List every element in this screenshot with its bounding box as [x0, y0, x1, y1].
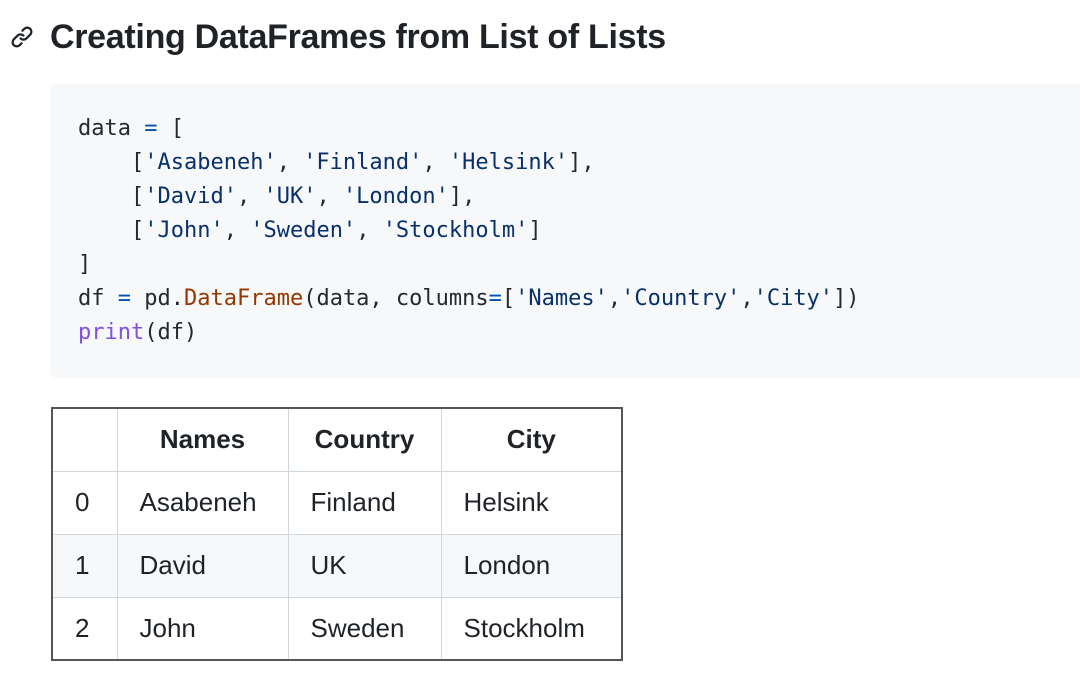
code-token-builtin: print — [78, 320, 145, 345]
code-token-plain: ] — [78, 252, 92, 277]
table-row: 0 Asabeneh Finland Helsink — [51, 470, 623, 535]
code-token-plain: (df) — [144, 320, 198, 345]
code-token-plain: , — [236, 184, 264, 209]
code-token-str: 'Sweden' — [250, 218, 357, 243]
cell-city: Stockholm — [440, 596, 623, 661]
cell-index: 1 — [51, 533, 118, 598]
table-header-row: Names Country City — [51, 407, 623, 472]
code-token-str: 'Country' — [621, 286, 741, 311]
code-token-plain: , — [740, 286, 754, 311]
code-token-str: 'David' — [144, 184, 237, 209]
section-heading: Creating DataFrames from List of Lists — [8, 12, 666, 62]
cell-name: Asabeneh — [116, 470, 289, 535]
code-token-plain: , — [607, 286, 622, 311]
code-token-plain: [ — [78, 150, 145, 175]
code-token-plain: , — [276, 150, 304, 175]
code-token-plain: [ — [501, 286, 516, 311]
code-block[interactable]: data = [ ['Asabeneh', 'Finland', 'Helsin… — [50, 84, 1080, 378]
table-row: 1 David UK London — [51, 533, 623, 598]
code-line: ['Asabeneh', 'Finland', 'Helsink'], — [78, 146, 1080, 180]
code-token-op: = — [144, 116, 158, 141]
code-token-plain: df — [78, 286, 118, 311]
code-token-str: 'Helsink' — [448, 150, 569, 175]
code-token-str: 'Finland' — [303, 150, 423, 175]
cell-city: Helsink — [440, 470, 623, 535]
code-token-plain: , — [316, 184, 343, 209]
code-lines: data = [ ['Asabeneh', 'Finland', 'Helsin… — [78, 112, 1080, 350]
code-line: ['David', 'UK', 'London'], — [78, 180, 1080, 214]
code-token-str: 'Asabeneh' — [144, 150, 277, 175]
code-token-plain: [ — [157, 116, 184, 141]
code-token-op: = — [488, 286, 502, 311]
code-token-fn: DataFrame — [183, 286, 304, 311]
code-token-plain: , — [223, 218, 251, 243]
header-names: Names — [116, 407, 289, 472]
code-line: data = [ — [78, 112, 1080, 146]
cell-name: David — [116, 533, 289, 598]
code-token-plain: ], — [448, 184, 476, 209]
code-token-str: 'UK' — [263, 184, 317, 209]
code-token-str: 'London' — [342, 184, 449, 209]
cell-country: UK — [287, 533, 442, 598]
code-token-plain: ] — [528, 218, 542, 243]
header-country: Country — [287, 407, 442, 472]
code-line: print(df) — [78, 316, 1080, 350]
table-row: 2 John Sweden Stockholm — [51, 596, 623, 661]
code-token-plain: ], — [568, 150, 595, 175]
link-icon[interactable] — [8, 23, 36, 51]
code-token-plain: pd. — [131, 286, 184, 311]
code-token-plain: , — [422, 150, 449, 175]
cell-index: 0 — [51, 470, 118, 535]
cell-city: London — [440, 533, 623, 598]
code-token-str: 'Stockholm' — [382, 218, 529, 243]
code-token-plain: (data, columns — [303, 286, 489, 311]
code-token-plain: , — [356, 218, 383, 243]
code-line: df = pd.DataFrame(data, columns=['Names'… — [78, 282, 1080, 316]
code-token-plain: data — [78, 116, 145, 141]
code-token-op: = — [117, 286, 131, 311]
dataframe-table: Names Country City 0 Asabeneh Finland He… — [51, 407, 623, 661]
code-token-str: 'City' — [753, 286, 834, 311]
cell-country: Finland — [287, 470, 442, 535]
page-title: Creating DataFrames from List of Lists — [50, 17, 666, 56]
cell-index: 2 — [51, 596, 118, 661]
cell-name: John — [116, 596, 289, 661]
header-city: City — [440, 407, 623, 472]
cell-country: Sweden — [287, 596, 442, 661]
code-token-str: 'Names' — [515, 286, 608, 311]
code-token-str: 'John' — [144, 218, 224, 243]
code-token-plain: ]) — [833, 286, 860, 311]
code-token-plain: [ — [78, 218, 145, 243]
code-line: ['John', 'Sweden', 'Stockholm'] — [78, 214, 1080, 248]
header-index — [51, 407, 118, 472]
code-line: ] — [78, 248, 1080, 282]
code-token-plain: [ — [78, 184, 145, 209]
